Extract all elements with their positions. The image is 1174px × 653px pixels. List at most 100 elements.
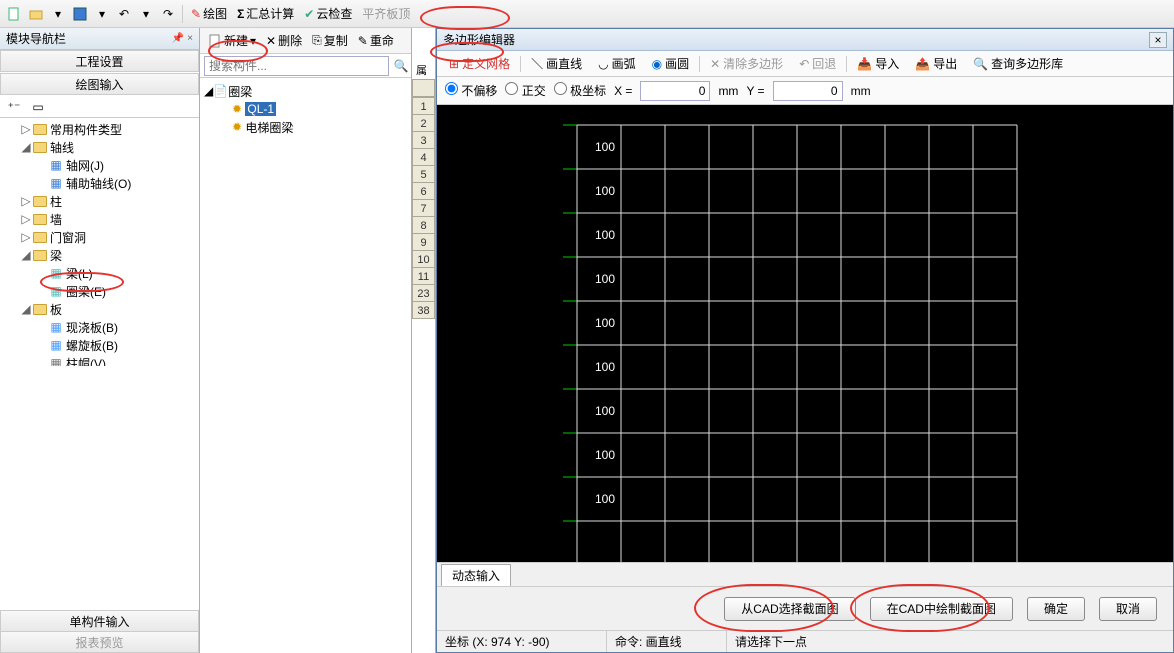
x-input[interactable] <box>640 81 710 101</box>
dynamic-input-bar: 动态输入 <box>437 562 1173 586</box>
tree-item[interactable]: ▦螺旋板(B) <box>0 336 199 354</box>
drawing-canvas[interactable]: 1001001001001001001001001001001001001001… <box>437 105 1173 562</box>
search-icon[interactable]: 🔍 <box>391 56 411 76</box>
copy-button[interactable]: ⎘复制 <box>308 31 352 50</box>
status-hint: 请选择下一点 <box>727 631 1173 652</box>
tree-item[interactable]: ▦辅助轴线(O) <box>0 174 199 192</box>
svg-text:100: 100 <box>595 140 615 154</box>
status-coord: 坐标 (X: 974 Y: -90) <box>437 631 607 652</box>
svg-text:100: 100 <box>595 404 615 418</box>
svg-text:100: 100 <box>595 228 615 242</box>
dropdown-icon[interactable]: ▾ <box>48 4 68 24</box>
tree-item[interactable]: ◢梁 <box>0 246 199 264</box>
dialog-titlebar: 多边形编辑器 × <box>437 29 1173 51</box>
tree-toolbar: ⁺⁻ ▭ <box>0 96 199 118</box>
unit-label: mm <box>851 84 871 98</box>
status-command: 命令: 画直线 <box>607 631 727 652</box>
cloud-check-button[interactable]: ✔云检查 <box>300 5 356 22</box>
tree-item[interactable]: ▦轴网(J) <box>0 156 199 174</box>
tree-item[interactable]: ▦圈梁(E) <box>0 282 199 300</box>
pin-icon[interactable]: 📌 × <box>172 33 193 44</box>
tree-item[interactable]: ▷门窗洞 <box>0 228 199 246</box>
status-bar: 坐标 (X: 974 Y: -90) 命令: 画直线 请选择下一点 <box>437 630 1173 652</box>
collapse-icon[interactable]: ▭ <box>28 97 48 117</box>
new-file-icon[interactable] <box>4 4 24 24</box>
y-label: Y = <box>746 84 764 98</box>
new-button[interactable]: 新建 ▾ <box>204 31 260 50</box>
sum-button[interactable]: Σ 汇总计算 <box>233 5 298 22</box>
search-input[interactable] <box>204 56 389 76</box>
single-input-button[interactable]: 单构件输入 <box>0 610 199 632</box>
component-panel: 新建 ▾ ✕删除 ⎘复制 ✎重命 🔍 ◢📄圈梁 ✹ QL-1 ✹ 电梯圈梁 <box>200 28 412 653</box>
close-icon[interactable]: × <box>1149 32 1167 48</box>
expand-icon[interactable]: ⁺⁻ <box>4 97 24 117</box>
undo-button[interactable]: ↶ 回退 <box>793 54 842 73</box>
define-grid-button[interactable]: ⊞ 定义网格 <box>443 54 516 73</box>
dialog-title: 多边形编辑器 <box>443 31 515 48</box>
nav-panel: 模块导航栏 📌 × 工程设置 绘图输入 ⁺⁻ ▭ ▷常用构件类型◢轴线▦轴网(J… <box>0 28 200 653</box>
save-icon[interactable] <box>70 4 90 24</box>
tree-item[interactable]: ▷柱 <box>0 192 199 210</box>
unit-label: mm <box>718 84 738 98</box>
tree-item[interactable]: ◢板 <box>0 300 199 318</box>
draw-arc-button[interactable]: ◡ 画弧 <box>592 54 642 73</box>
undo-icon[interactable]: ↶ <box>114 4 134 24</box>
prop-col-header: 属 <box>416 62 427 78</box>
cad-draw-button[interactable]: 在CAD中绘制截面图 <box>870 597 1013 621</box>
tree-item[interactable]: ✹ QL-1 <box>204 100 407 118</box>
tree-item[interactable]: ▷常用构件类型 <box>0 120 199 138</box>
dialog-buttons: 从CAD选择截面图 在CAD中绘制截面图 确定 取消 <box>437 586 1173 630</box>
project-settings-button[interactable]: 工程设置 <box>0 50 199 72</box>
nav-title: 模块导航栏 <box>6 30 66 47</box>
svg-text:100: 100 <box>595 448 615 462</box>
dynamic-input-tab[interactable]: 动态输入 <box>441 564 511 586</box>
no-offset-radio[interactable]: 不偏移 <box>445 82 497 99</box>
rename-button[interactable]: ✎重命 <box>354 31 398 50</box>
tree-item[interactable]: ✹ 电梯圈梁 <box>204 118 407 136</box>
svg-text:100: 100 <box>595 492 615 506</box>
component-toolbar: 新建 ▾ ✕删除 ⎘复制 ✎重命 <box>200 28 411 54</box>
polygon-editor-dialog: 多边形编辑器 × ⊞ 定义网格 ＼ 画直线 ◡ 画弧 ◉ 画圆 ✕ 清除多边形 … <box>436 28 1174 653</box>
draw-input-button[interactable]: 绘图输入 <box>0 73 199 95</box>
query-button[interactable]: 🔍 查询多边形库 <box>967 54 1069 73</box>
dropdown-icon[interactable]: ▾ <box>136 4 156 24</box>
svg-text:100: 100 <box>595 360 615 374</box>
draw-line-button[interactable]: ＼ 画直线 <box>525 54 588 73</box>
dialog-toolbar: ⊞ 定义网格 ＼ 画直线 ◡ 画弧 ◉ 画圆 ✕ 清除多边形 ↶ 回退 📥 导入… <box>437 51 1173 77</box>
draw-circle-button[interactable]: ◉ 画圆 <box>646 54 696 73</box>
dropdown-icon[interactable]: ▾ <box>92 4 112 24</box>
report-preview-button[interactable]: 报表预览 <box>0 631 199 653</box>
ortho-radio[interactable]: 正交 <box>505 82 545 99</box>
ok-button[interactable]: 确定 <box>1027 597 1085 621</box>
separator <box>182 5 183 23</box>
nav-header: 模块导航栏 📌 × <box>0 28 199 50</box>
tree-item[interactable]: ▦现浇板(B) <box>0 318 199 336</box>
draw-button[interactable]: ✎绘图 <box>187 5 231 22</box>
open-icon[interactable] <box>26 4 46 24</box>
tree-item[interactable]: ▷墙 <box>0 210 199 228</box>
redo-icon[interactable]: ↷ <box>158 4 178 24</box>
cancel-button[interactable]: 取消 <box>1099 597 1157 621</box>
tree-item[interactable]: ▦柱帽(V) <box>0 354 199 366</box>
import-button[interactable]: 📥 导入 <box>851 54 905 73</box>
export-button[interactable]: 📤 导出 <box>909 54 963 73</box>
level-board-button[interactable]: 平齐板顶 <box>358 5 414 22</box>
grid-svg: 1001001001001001001001001001001001001001… <box>437 105 1173 562</box>
tree-root[interactable]: ◢📄圈梁 <box>204 82 407 100</box>
cad-select-button[interactable]: 从CAD选择截面图 <box>724 597 855 621</box>
component-tree[interactable]: ◢📄圈梁 ✹ QL-1 ✹ 电梯圈梁 <box>200 78 411 653</box>
y-input[interactable] <box>773 81 843 101</box>
clear-button[interactable]: ✕ 清除多边形 <box>704 54 789 73</box>
tree-item[interactable]: ▦梁(L) <box>0 264 199 282</box>
delete-button[interactable]: ✕删除 <box>262 31 306 50</box>
polar-radio[interactable]: 极坐标 <box>554 82 606 99</box>
svg-text:100: 100 <box>595 272 615 286</box>
app-toolbar: ▾ ▾ ↶ ▾ ↷ ✎绘图 Σ 汇总计算 ✔云检查 平齐板顶 <box>0 0 1174 28</box>
svg-text:100: 100 <box>595 316 615 330</box>
tree-item[interactable]: ◢轴线 <box>0 138 199 156</box>
x-label: X = <box>614 84 632 98</box>
property-row-numbers: 12345678910112338 属 <box>412 28 436 653</box>
nav-tree[interactable]: ▷常用构件类型◢轴线▦轴网(J)▦辅助轴线(O)▷柱▷墙▷门窗洞◢梁▦梁(L)▦… <box>0 118 199 366</box>
coord-bar: 不偏移 正交 极坐标 X = mm Y = mm <box>437 77 1173 105</box>
svg-text:100: 100 <box>595 184 615 198</box>
